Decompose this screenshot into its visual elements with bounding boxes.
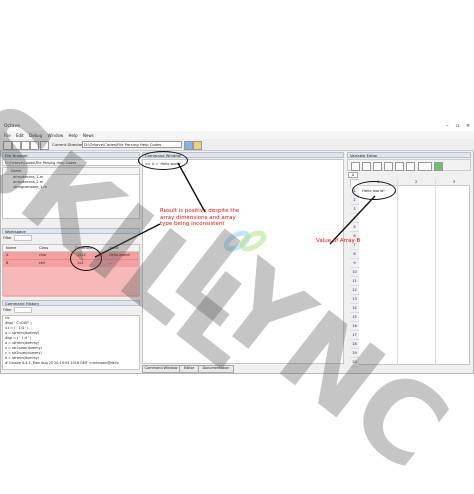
annotation-right: Value of Array B bbox=[316, 238, 361, 244]
